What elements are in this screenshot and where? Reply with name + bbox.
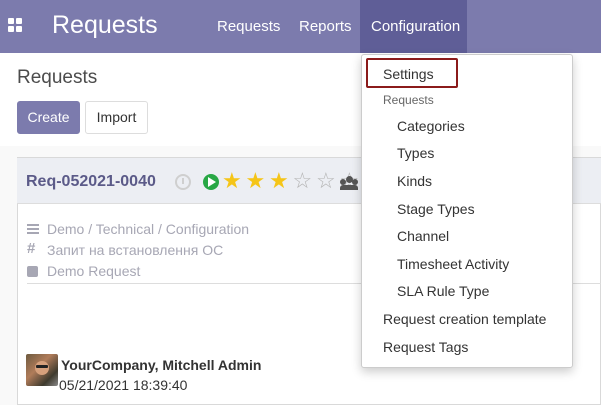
star-icon[interactable]: ★ (269, 168, 289, 194)
create-button[interactable]: Create (17, 101, 80, 134)
request-subject: Запит на встановлення ОС (47, 242, 224, 258)
star-icon[interactable]: ★ (246, 168, 266, 194)
category-path: Demo / Technical / Configuration (47, 221, 250, 237)
menu-item-categories[interactable]: Categories (397, 118, 465, 134)
request-date: 05/21/2021 18:39:40 (59, 377, 188, 393)
menu-item-request-creation-template[interactable]: Request creation template (383, 311, 546, 327)
square-icon (27, 266, 38, 277)
bars-icon (27, 224, 39, 234)
avatar (26, 354, 58, 386)
request-name[interactable]: Req-052021-0040 (26, 173, 156, 191)
play-icon (203, 174, 219, 190)
author-name: YourCompany, Mitchell Admin (61, 357, 262, 373)
menu-configuration[interactable]: Configuration (360, 0, 467, 53)
settings-highlight (366, 58, 458, 88)
menu-item-channel[interactable]: Channel (397, 228, 449, 244)
menu-configuration-label: Configuration (371, 18, 461, 35)
menu-requests[interactable]: Requests (217, 18, 280, 35)
menu-item-kinds[interactable]: Kinds (397, 173, 432, 189)
menu-item-types[interactable]: Types (397, 145, 434, 161)
request-type: Demo Request (47, 263, 141, 279)
clock-icon (175, 174, 191, 190)
top-navbar: Requests Requests Reports Configuration (0, 0, 601, 53)
menu-item-request-tags[interactable]: Request Tags (383, 339, 468, 355)
app-title: Requests (52, 11, 158, 39)
menu-item-sla-rule-type[interactable]: SLA Rule Type (397, 283, 489, 299)
menu-item-timesheet-activity[interactable]: Timesheet Activity (397, 256, 509, 272)
hash-icon: # (27, 240, 36, 257)
menu-item-stage-types[interactable]: Stage Types (397, 201, 475, 217)
section-header-requests: Requests (383, 93, 434, 107)
users-icon (340, 176, 358, 190)
apps-grid-icon[interactable] (8, 18, 24, 34)
star-icon[interactable]: ★ (222, 168, 242, 194)
import-button[interactable]: Import (85, 101, 148, 134)
star-icon[interactable]: ☆ (316, 168, 336, 194)
breadcrumb: Requests (17, 67, 98, 88)
star-icon[interactable]: ☆ (293, 168, 313, 194)
menu-reports[interactable]: Reports (299, 18, 352, 35)
